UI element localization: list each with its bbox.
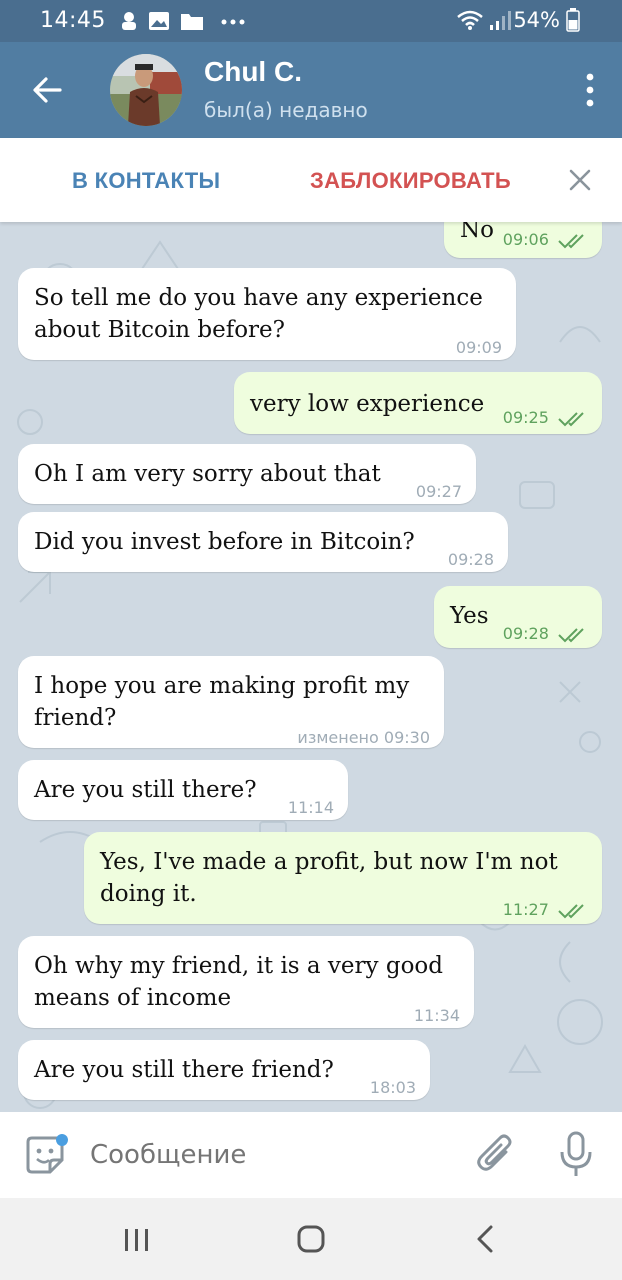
- last-seen-status: был(а) недавно: [204, 98, 368, 122]
- message-text: Yes, I've made a profit, but now I'm not…: [100, 849, 558, 907]
- chat-title[interactable]: Chul C.: [204, 56, 302, 88]
- message-time: изменено 09:30: [297, 728, 430, 747]
- chat-header: Chul C. был(а) недавно: [0, 42, 622, 138]
- message-incoming[interactable]: Are you still there? 11:14: [18, 760, 348, 820]
- message-time: 09:28: [502, 624, 549, 643]
- message-list[interactable]: No 09:06 So tell me do you have any expe…: [0, 222, 622, 1112]
- arrow-left-icon[interactable]: [26, 68, 70, 112]
- block-user-button[interactable]: ЗАБЛОКИРОВАТЬ: [310, 168, 511, 194]
- message-text: Are you still there?: [34, 777, 257, 803]
- home-icon[interactable]: [296, 1224, 326, 1254]
- battery-level: 54%: [513, 8, 560, 32]
- message-text: very low experience: [250, 391, 485, 417]
- double-check-icon: [558, 903, 584, 918]
- close-icon[interactable]: [566, 166, 594, 194]
- message-outgoing[interactable]: No 09:06: [444, 222, 602, 258]
- message-text: No: [460, 222, 494, 243]
- message-incoming[interactable]: Are you still there friend? 18:03: [18, 1040, 430, 1100]
- message-time: 09:28: [447, 550, 494, 569]
- message-time: 11:27: [502, 900, 549, 919]
- battery-icon: [566, 8, 580, 32]
- message-outgoing[interactable]: Yes 09:28: [434, 586, 602, 648]
- wifi-icon: [457, 10, 483, 30]
- message-time: 09:27: [415, 482, 462, 501]
- double-check-icon: [558, 411, 584, 426]
- message-time: 09:25: [502, 408, 549, 427]
- message-text: Oh why my friend, it is a very good mean…: [34, 953, 443, 1011]
- more-notifications-icon: [221, 19, 245, 25]
- message-time: 11:14: [287, 798, 334, 817]
- add-contact-button[interactable]: В КОНТАКТЫ: [72, 168, 220, 194]
- status-time: 14:45: [40, 8, 106, 33]
- message-outgoing[interactable]: Yes, I've made a profit, but now I'm not…: [84, 832, 602, 924]
- signal-icon: [490, 11, 511, 30]
- message-time: 11:34: [413, 1006, 460, 1025]
- system-nav-bar: [0, 1198, 622, 1280]
- message-incoming[interactable]: I hope you are making profit my friend? …: [18, 656, 444, 748]
- message-incoming[interactable]: Oh why my friend, it is a very good mean…: [18, 936, 474, 1028]
- message-text: Are you still there friend?: [34, 1057, 334, 1083]
- status-bar: 14:45 54%: [0, 0, 622, 42]
- contact-action-bar: В КОНТАКТЫ ЗАБЛОКИРОВАТЬ: [0, 138, 622, 222]
- message-text: Did you invest before in Bitcoin?: [34, 529, 415, 555]
- message-time: 09:09: [455, 338, 502, 357]
- paperclip-icon[interactable]: [476, 1132, 516, 1176]
- more-vertical-icon[interactable]: [584, 72, 596, 108]
- message-time: 09:06: [502, 230, 549, 249]
- double-check-icon: [558, 627, 584, 642]
- message-time: 18:03: [369, 1078, 416, 1097]
- back-nav-icon[interactable]: [474, 1224, 496, 1254]
- double-check-icon: [558, 233, 584, 248]
- message-input[interactable]: [90, 1140, 450, 1170]
- message-incoming[interactable]: So tell me do you have any experience ab…: [18, 268, 516, 360]
- notification-icon: [122, 12, 136, 30]
- message-text: Yes: [450, 603, 489, 629]
- gallery-icon: [149, 12, 169, 30]
- recent-apps-icon[interactable]: [122, 1226, 152, 1254]
- sticker-icon[interactable]: [24, 1134, 68, 1178]
- message-incoming[interactable]: Did you invest before in Bitcoin? 09:28: [18, 512, 508, 572]
- avatar[interactable]: [110, 54, 182, 126]
- message-text: Oh I am very sorry about that: [34, 461, 381, 487]
- message-composer: [0, 1112, 622, 1198]
- message-text: So tell me do you have any experience ab…: [34, 285, 483, 343]
- folder-icon: [181, 14, 203, 30]
- microphone-icon[interactable]: [556, 1130, 596, 1180]
- message-outgoing[interactable]: very low experience 09:25: [234, 372, 602, 434]
- message-incoming[interactable]: Oh I am very sorry about that 09:27: [18, 444, 476, 504]
